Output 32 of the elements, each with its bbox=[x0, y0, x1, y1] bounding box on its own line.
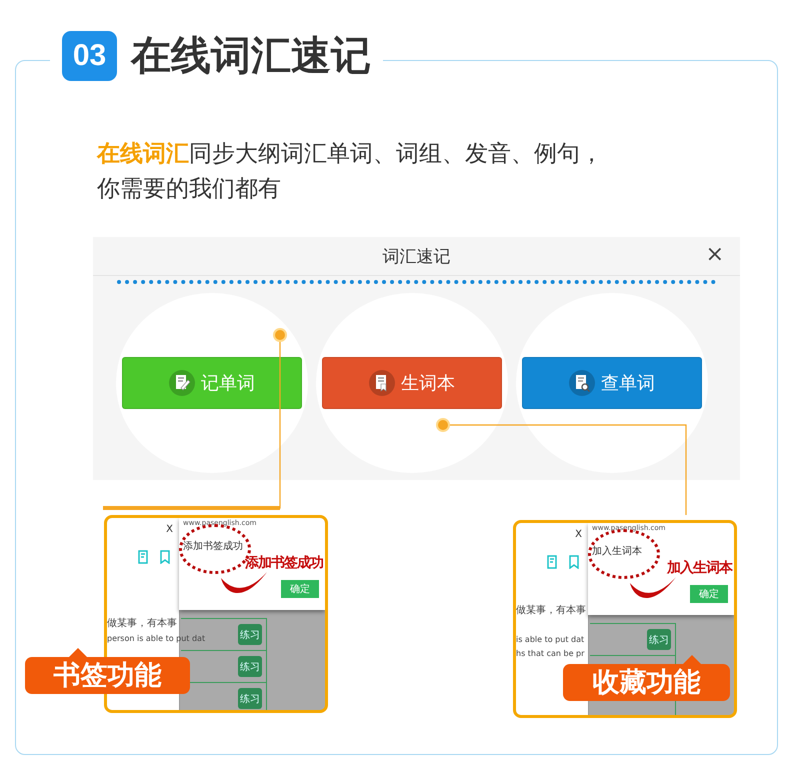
bookmark-document-icon bbox=[369, 370, 395, 396]
ok-button[interactable]: 确定 bbox=[690, 585, 728, 603]
practice-button[interactable]: 练习 bbox=[647, 629, 671, 650]
menu-button[interactable]: 生词本 bbox=[322, 357, 502, 409]
word-text: 做某事，有本事 bbox=[516, 604, 586, 617]
toolbar-icon bbox=[137, 550, 171, 564]
practice-button[interactable]: 练习 bbox=[238, 688, 262, 709]
word-text: hs that can be pr bbox=[516, 649, 584, 658]
success-caption: 加入生词本 bbox=[667, 559, 732, 577]
section-number: 03 bbox=[62, 30, 117, 80]
word-text: is able to put dat bbox=[516, 635, 584, 644]
section-title: 在线词汇速记 bbox=[131, 32, 371, 81]
document-search-icon bbox=[569, 370, 595, 396]
menu-button[interactable]: 查单词 bbox=[522, 357, 702, 409]
dialog-message: 加入生词本 bbox=[592, 544, 642, 558]
success-caption: 添加书签成功 bbox=[245, 554, 323, 572]
practice-button[interactable]: 练习 bbox=[238, 624, 262, 645]
intro-text: 你需要的我们都有 bbox=[97, 175, 281, 204]
feature-callout: 书签功能 bbox=[25, 657, 190, 694]
ok-button[interactable]: 确定 bbox=[281, 580, 319, 598]
note-pencil-icon bbox=[169, 370, 195, 396]
practice-button[interactable]: 练习 bbox=[238, 656, 262, 677]
close-button[interactable]: × bbox=[706, 243, 724, 267]
close-button[interactable]: X bbox=[166, 524, 173, 535]
dialog-message: 添加书签成功 bbox=[183, 540, 243, 553]
window-title: 词汇速记 bbox=[382, 246, 450, 268]
feature-callout: 收藏功能 bbox=[563, 664, 730, 701]
menu-button[interactable]: 记单词 bbox=[122, 357, 302, 409]
word-text: 做某事，有本事 bbox=[107, 616, 177, 630]
close-button[interactable]: X bbox=[575, 529, 582, 540]
intro-text: 在线词汇同步大纲词汇单词、词组、发音、例句， bbox=[97, 140, 603, 169]
toolbar-icon bbox=[546, 555, 580, 569]
